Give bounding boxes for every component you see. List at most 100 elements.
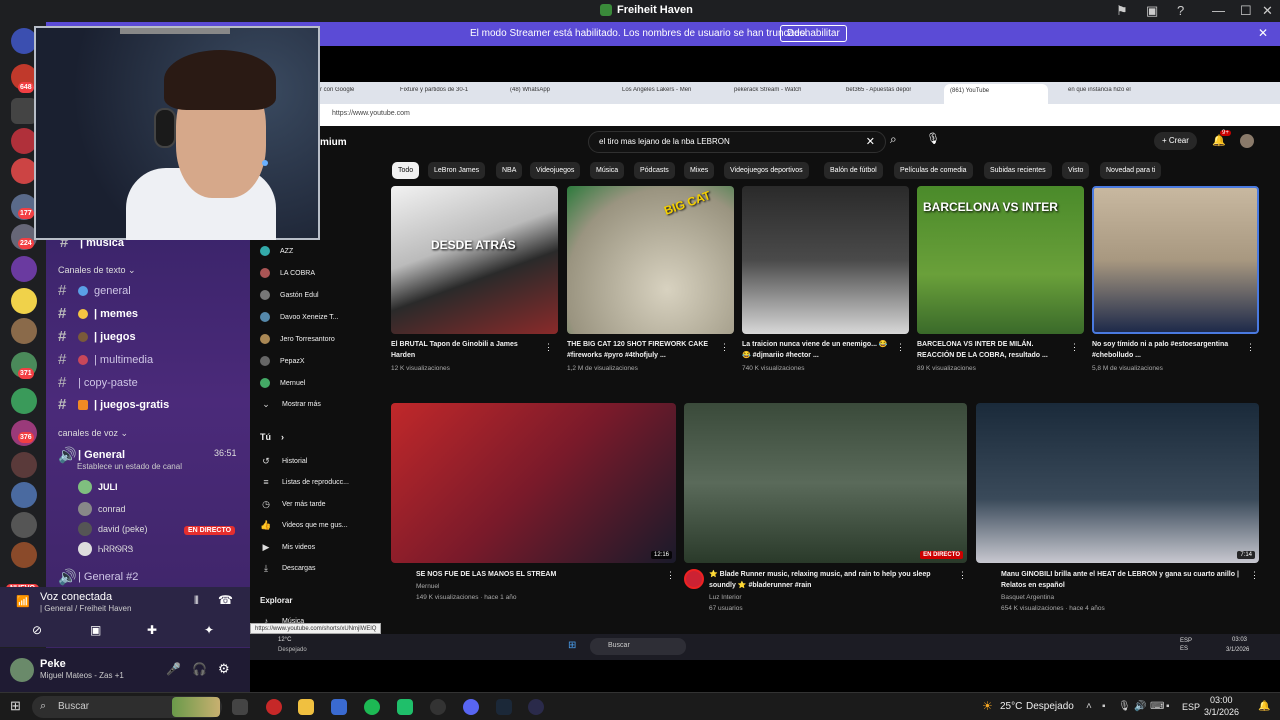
- short-title[interactable]: BARCELONA VS INTER DE MILÁN. REACCIÓN DE…: [917, 339, 1067, 361]
- disconnect-icon[interactable]: ☎: [218, 593, 233, 607]
- voice-category[interactable]: canales de voz ⌄: [58, 428, 128, 439]
- more-options-icon[interactable]: ⋮: [720, 342, 729, 353]
- chip[interactable]: Novedad para ti: [1100, 162, 1162, 179]
- search-icon[interactable]: ⌕: [890, 132, 897, 147]
- more-options-icon[interactable]: ⋮: [544, 342, 553, 353]
- subscription-item[interactable]: LA COBRA: [260, 268, 315, 278]
- browser-tab[interactable]: bet365 - Apuestas depor: [846, 87, 911, 93]
- screen-icon[interactable]: ▣: [1146, 3, 1158, 19]
- voice-channel-general-2[interactable]: 🔊 | General #2: [58, 568, 138, 586]
- short-thumbnail[interactable]: BIG CAT: [567, 186, 734, 334]
- server-icon[interactable]: [11, 288, 37, 314]
- video-title[interactable]: ⭐ Blade Runner music, relaxing music, an…: [709, 569, 949, 591]
- voice-user[interactable]: JULI: [78, 480, 118, 494]
- settings-icon[interactable]: ⚙: [218, 661, 230, 677]
- mic-icon[interactable]: 🎤: [166, 662, 181, 676]
- weather-desc[interactable]: Despejado: [1026, 701, 1074, 712]
- more-options-icon[interactable]: ⋮: [1250, 570, 1259, 581]
- minimize-icon[interactable]: —: [1212, 3, 1225, 18]
- screen-share-icon[interactable]: ▣: [90, 623, 101, 637]
- subscription-item[interactable]: Mernuel: [260, 378, 305, 388]
- channel-general[interactable]: # general: [58, 282, 131, 299]
- menu-item-history[interactable]: ↺ Historial: [260, 456, 307, 467]
- server-icon[interactable]: [11, 512, 37, 538]
- windows-icon[interactable]: ⊞: [10, 698, 21, 714]
- notification-icon[interactable]: 🔔: [1258, 701, 1270, 712]
- more-options-icon[interactable]: ⋮: [958, 570, 967, 581]
- more-options-icon[interactable]: ⋮: [896, 342, 905, 353]
- volume-icon[interactable]: 🔊: [1134, 701, 1146, 712]
- channel-status[interactable]: Establece un estado de canal: [77, 462, 182, 471]
- short-thumbnail[interactable]: [1092, 186, 1259, 334]
- noise-icon[interactable]: ⦀: [194, 595, 199, 608]
- short-title[interactable]: THE BIG CAT 120 SHOT FIREWORK CAKE #fire…: [567, 339, 717, 361]
- server-icon[interactable]: [11, 452, 37, 478]
- search-box[interactable]: el tiro mas lejano de la nba LEBRON ✕: [588, 131, 886, 153]
- app-icon[interactable]: [528, 699, 544, 715]
- close-banner-icon[interactable]: ✕: [1258, 26, 1268, 40]
- menu-item-downloads[interactable]: ⤓ Descargas: [260, 563, 315, 574]
- browser-tab[interactable]: r con Google: [320, 87, 354, 93]
- inbox-icon[interactable]: ⚑: [1116, 3, 1128, 19]
- menu-item-playlists[interactable]: ≡ Listas de reproducc...: [260, 477, 349, 487]
- video-thumbnail[interactable]: 12:16: [391, 403, 676, 563]
- subscription-item[interactable]: Jero Torresantoro: [260, 334, 335, 344]
- obs-icon[interactable]: [430, 699, 446, 715]
- browser-tab[interactable]: en que instancia hizo el: [1068, 87, 1148, 93]
- voice-user[interactable]: ᏂᏒᏒᏫᏒᏕ: [78, 542, 133, 556]
- clock-date[interactable]: 3/1/2026: [1204, 707, 1239, 717]
- subscription-item[interactable]: PepazX: [260, 356, 305, 366]
- menu-item-watch-later[interactable]: ◷ Ver más tarde: [260, 499, 326, 510]
- video-title[interactable]: SE NOS FUE DE LAS MANOS EL STREAM: [416, 569, 656, 580]
- channel-juegos-gratis[interactable]: # | juegos-gratis: [58, 396, 169, 413]
- chip[interactable]: Videojuegos: [530, 162, 581, 179]
- soundboard-icon[interactable]: ✦: [204, 623, 214, 637]
- short-title[interactable]: La traicion nunca viene de un enemigo...…: [742, 339, 892, 361]
- subscription-item[interactable]: Gastón Edul: [260, 290, 319, 300]
- server-icon[interactable]: [11, 256, 37, 282]
- network-icon[interactable]: ⌨: [1150, 701, 1164, 712]
- channel-avatar[interactable]: [684, 569, 704, 589]
- video-title[interactable]: Manu GINOBILI brilla ante el HEAT de LEB…: [1001, 569, 1241, 591]
- subscription-item[interactable]: AZZ: [260, 246, 293, 256]
- activity-icon[interactable]: ✚: [147, 623, 157, 637]
- app-icon[interactable]: [397, 699, 413, 715]
- browser-tab-active[interactable]: (861) YouTube: [944, 84, 1048, 104]
- voice-subtitle[interactable]: | General / Freiheit Haven: [40, 604, 131, 613]
- menu-item-liked[interactable]: 👍 Videos que me gus...: [260, 520, 347, 531]
- server-icon[interactable]: [11, 318, 37, 344]
- video-channel[interactable]: Basquet Argentina: [1001, 593, 1054, 603]
- server-icon[interactable]: [11, 388, 37, 414]
- help-icon[interactable]: ?: [1177, 3, 1184, 18]
- short-thumbnail[interactable]: DESDE ATRÁS: [391, 186, 558, 334]
- close-icon[interactable]: ✕: [1262, 3, 1273, 19]
- browser-tab[interactable]: Los Angeles Lakers - Men: [622, 87, 691, 93]
- inner-lang[interactable]: ESP ES: [1180, 637, 1196, 653]
- camera-off-icon[interactable]: ⊘: [32, 623, 42, 637]
- file-explorer-icon[interactable]: [298, 699, 314, 715]
- chip[interactable]: NBA: [496, 162, 523, 179]
- avatar[interactable]: [10, 658, 34, 682]
- chip[interactable]: Balón de fútbol: [824, 162, 883, 179]
- video-channel[interactable]: Luz Interior: [709, 593, 742, 603]
- browser-tab[interactable]: pekerack Stream - Watch: [734, 87, 801, 93]
- taskbar-search[interactable]: ⌕ Buscar: [32, 696, 222, 718]
- language-indicator[interactable]: ESP: [1182, 702, 1200, 712]
- opera-icon[interactable]: [266, 699, 282, 715]
- mic-icon[interactable]: 🎙: [1118, 701, 1131, 712]
- steam-icon[interactable]: [496, 699, 512, 715]
- chip[interactable]: Todo: [392, 162, 420, 179]
- windows-icon[interactable]: ⊞: [568, 640, 576, 651]
- subscription-item[interactable]: Davoo Xeneize T...: [260, 312, 339, 322]
- chip[interactable]: Visto: [1062, 162, 1090, 179]
- menu-item-my-videos[interactable]: ▶ Mis videos: [260, 542, 316, 553]
- task-view-icon[interactable]: [232, 699, 248, 715]
- text-category[interactable]: Canales de texto ⌄: [58, 265, 136, 276]
- more-options-icon[interactable]: ⋮: [666, 570, 675, 581]
- channel-copy-paste[interactable]: # | copy-paste: [58, 374, 138, 391]
- video-thumbnail[interactable]: EN DIRECTO: [684, 403, 967, 563]
- tray-icon[interactable]: ▪: [1166, 701, 1170, 712]
- chip[interactable]: LeBron James: [428, 162, 486, 179]
- address-bar[interactable]: https://www.youtube.com: [250, 104, 1280, 126]
- clear-search-icon[interactable]: ✕: [866, 135, 875, 148]
